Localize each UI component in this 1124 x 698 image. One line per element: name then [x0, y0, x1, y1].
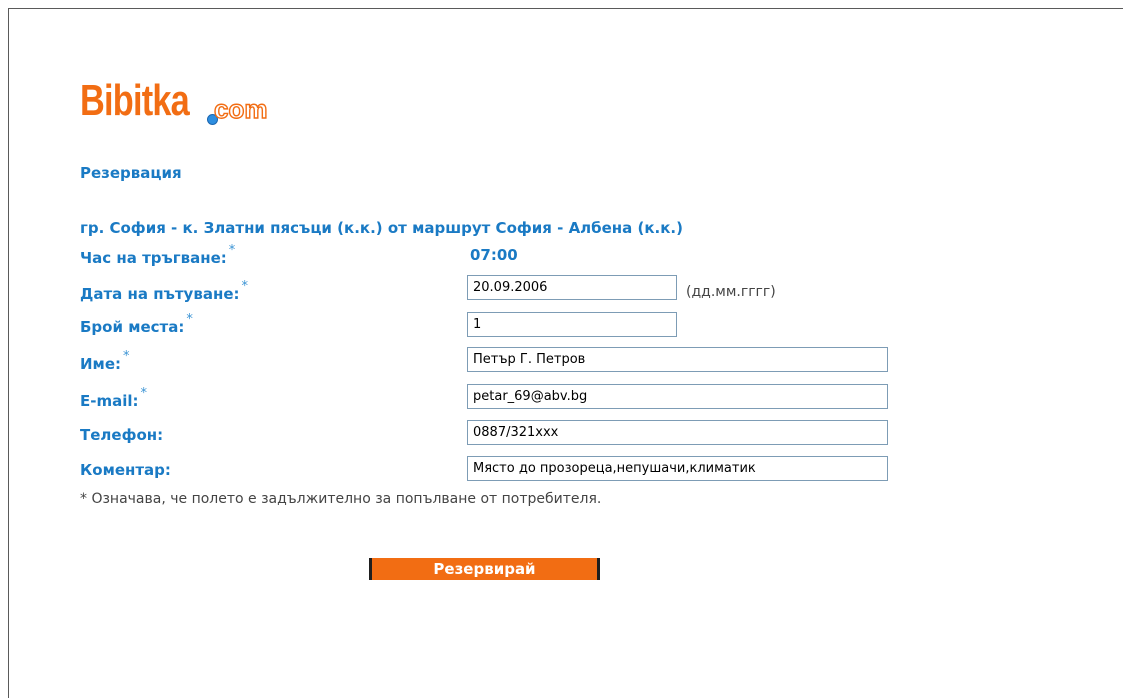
- required-star: *: [123, 349, 130, 364]
- travel-date-label-text: Дата на пътуване:: [80, 285, 240, 303]
- name-label-text: Име:: [80, 355, 121, 373]
- comment-input[interactable]: [467, 456, 888, 481]
- name-label: Име: *: [80, 349, 130, 373]
- required-star: *: [228, 243, 236, 258]
- departure-time-label-text: Час на тръгване:: [80, 249, 227, 267]
- required-star: *: [140, 386, 148, 401]
- page-title: Резервация: [80, 164, 182, 182]
- seats-input[interactable]: [467, 312, 677, 337]
- logo-text: Bibitka: [80, 76, 190, 125]
- required-star: *: [186, 312, 193, 327]
- email-label: E-mail: *: [80, 386, 147, 410]
- email-label-text: E-mail:: [80, 392, 139, 410]
- seats-label: Брой места: *: [80, 312, 193, 336]
- route-heading: гр. София - к. Златни пясъци (к.к.) от м…: [80, 219, 683, 237]
- required-star: *: [241, 279, 249, 294]
- departure-time-value: 07:00: [470, 246, 518, 264]
- name-input[interactable]: [467, 347, 888, 372]
- travel-date-input[interactable]: [467, 275, 677, 300]
- reserve-button[interactable]: Резервирай: [369, 558, 600, 580]
- travel-date-label: Дата на пътуване: *: [80, 279, 248, 303]
- seats-label-text: Брой места:: [80, 318, 185, 336]
- site-logo[interactable]: Bibitka com: [80, 74, 320, 134]
- departure-time-label: Час на тръгване: *: [80, 243, 235, 267]
- comment-label: Коментар:: [80, 461, 171, 479]
- logo-suffix: com: [213, 93, 268, 124]
- required-fields-note: * Означава, че полето е задължително за …: [80, 491, 602, 507]
- date-format-hint: (дд.мм.гггг): [686, 284, 776, 300]
- email-input[interactable]: [467, 384, 888, 409]
- phone-label: Телефон:: [80, 426, 164, 444]
- phone-input[interactable]: [467, 420, 888, 445]
